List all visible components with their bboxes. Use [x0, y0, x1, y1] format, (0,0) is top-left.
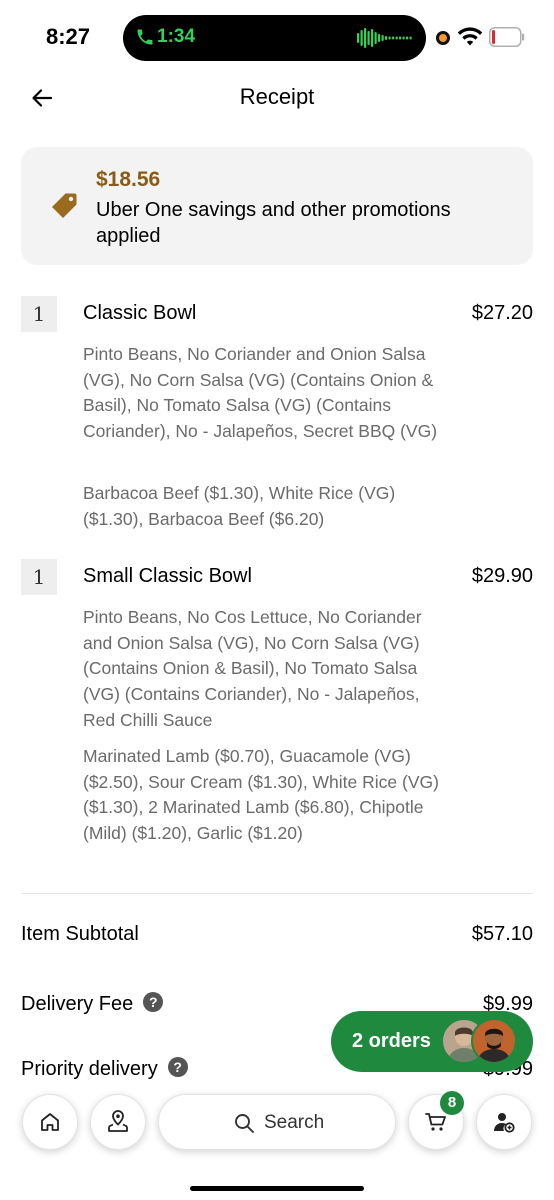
location-icon: [108, 1110, 128, 1132]
camera-indicator-icon: [436, 31, 450, 45]
bottom-nav: Search: [0, 1088, 554, 1200]
account-icon: [494, 1113, 515, 1133]
priority-delivery-label: Priority delivery: [21, 1058, 158, 1080]
item-name: Classic Bowl: [83, 302, 197, 324]
item-options: Pinto Beans, No Cos Lettuce, No Coriande…: [83, 607, 422, 730]
subtotal-label: Item Subtotal: [21, 923, 139, 945]
search-button[interactable]: Search: [158, 1094, 396, 1150]
home-button[interactable]: [22, 1094, 78, 1150]
audio-wave-icon: [357, 28, 412, 48]
price-tag-icon: [52, 193, 77, 218]
promo-banner: $18.56 Uber One savings and other promot…: [21, 147, 533, 265]
item-addons: Marinated Lamb ($0.70), Guacamole (VG) (…: [83, 746, 439, 844]
phone-icon: [137, 29, 153, 45]
item-price: $29.90: [471, 565, 533, 587]
item-options: Pinto Beans, No Coriander and Onion Sals…: [83, 344, 438, 442]
call-duration: 1:34: [157, 26, 196, 47]
item-price: $27.20: [471, 302, 533, 324]
home-indicator: [190, 1186, 364, 1191]
cart-icon: [425, 1113, 446, 1131]
status-bar: 8:27 1:34: [0, 0, 554, 76]
page-title: Receipt: [239, 84, 315, 109]
status-time: 8:27: [46, 24, 91, 49]
delivery-fee-label: Delivery Fee: [21, 993, 134, 1015]
delivery-fee-label-wrap: Delivery Fee?: [21, 991, 164, 1016]
orders-pill-button[interactable]: 2 orders: [331, 1011, 533, 1072]
battery-icon: [489, 27, 525, 47]
item-quantity: 1: [21, 559, 57, 595]
priority-delivery-label-wrap: Priority delivery?: [21, 1056, 188, 1081]
search-icon: [235, 1114, 254, 1133]
account-button[interactable]: [476, 1094, 532, 1150]
avatar: [471, 1018, 517, 1064]
help-icon[interactable]: ?: [143, 991, 164, 1012]
savings-text: Uber One savings and other promotions ap…: [96, 199, 451, 247]
item-name: Small Classic Bowl: [83, 565, 252, 587]
item-addons: Barbacoa Beef ($1.30), White Rice (VG) (…: [83, 483, 396, 529]
location-button[interactable]: [90, 1094, 146, 1150]
divider: [21, 893, 533, 894]
search-label: Search: [264, 1112, 325, 1133]
savings-amount: $18.56: [96, 168, 161, 191]
item-quantity: 1: [21, 296, 57, 332]
help-icon[interactable]: ?: [167, 1056, 188, 1077]
cart-count-badge: 8: [440, 1091, 464, 1115]
subtotal-value: $57.10: [471, 923, 533, 945]
orders-pill-label: 2 orders: [352, 1030, 431, 1052]
dynamic-island[interactable]: 1:34: [123, 15, 426, 61]
wifi-icon: [457, 27, 483, 46]
home-icon: [41, 1113, 59, 1131]
